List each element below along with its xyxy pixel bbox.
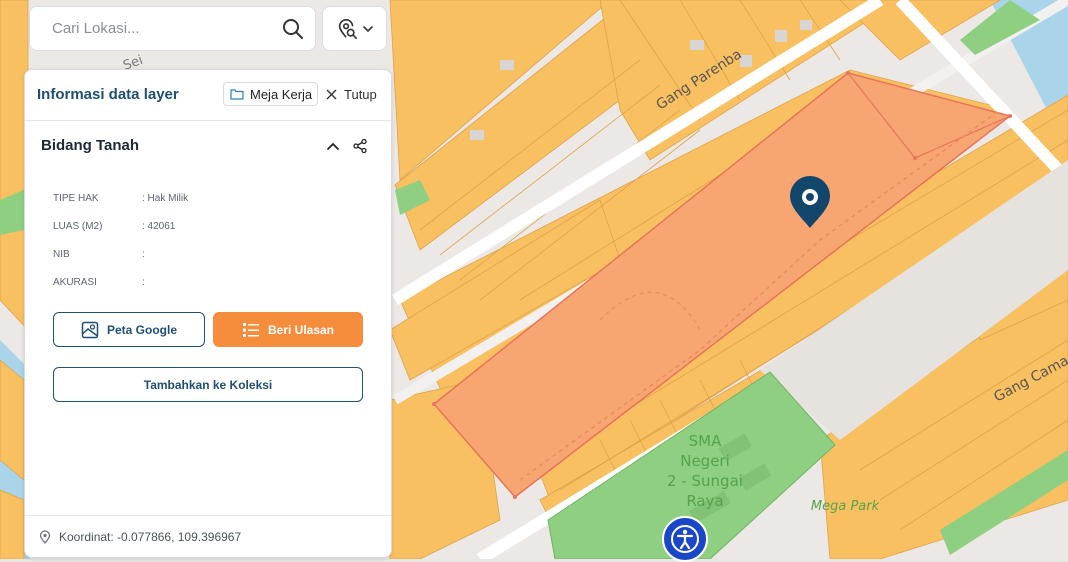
folder-icon [230, 89, 244, 100]
coordinate-bar: Koordinat: -0.077866, 109.396967 [25, 515, 391, 557]
school-label-line4: Raya [686, 492, 723, 510]
add-to-collection-button[interactable]: Tambahkan ke Koleksi [53, 367, 363, 402]
add-to-collection-label: Tambahkan ke Koleksi [143, 377, 273, 392]
chevron-down-icon [362, 25, 373, 32]
coordinate-text: Koordinat: -0.077866, 109.396967 [59, 529, 242, 544]
poi-label-mega-park: Mega Park [811, 499, 880, 514]
review-label: Beri Ulasan [267, 322, 335, 337]
close-button[interactable]: Tutup [326, 82, 377, 106]
school-label-line2: Negeri [680, 452, 730, 470]
google-maps-label: Peta Google [106, 322, 177, 337]
attribute-value: : [142, 277, 145, 288]
attribute-key: TIPE HAK [53, 193, 99, 204]
layer-info-panel: Informasi data layer Meja Kerja Tutup Bi… [24, 69, 392, 558]
share-icon[interactable] [352, 138, 368, 154]
school-label-line1: SMA [689, 432, 722, 450]
location-pin-search-icon [338, 18, 357, 39]
map-image-icon [81, 321, 99, 338]
accessibility-button[interactable] [662, 516, 708, 562]
section-title: Bidang Tanah [41, 137, 140, 154]
attribute-key: LUAS (M2) [53, 221, 103, 232]
panel-title: Informasi data layer [37, 86, 179, 103]
attribute-key: AKURASI [53, 277, 97, 288]
attribute-value: : Hak Milik [142, 193, 189, 204]
workspace-button[interactable]: Meja Kerja [223, 82, 318, 106]
school-label-line3: 2 - Sungai [667, 472, 743, 490]
chevron-up-icon[interactable] [326, 139, 340, 153]
attribute-value: : 42061 [142, 221, 176, 232]
accessibility-icon [671, 525, 699, 553]
search-box[interactable] [29, 6, 316, 51]
attribute-key: NIB [53, 249, 70, 260]
search-icon[interactable] [281, 17, 305, 41]
location-pin-icon [39, 529, 51, 544]
attribute-value: : [142, 249, 145, 260]
checklist-icon [242, 322, 259, 337]
location-search-mode-button[interactable] [322, 6, 387, 51]
close-label: Tutup [344, 86, 377, 102]
search-input[interactable] [50, 19, 274, 38]
close-icon [326, 89, 337, 99]
workspace-label: Meja Kerja [250, 86, 313, 102]
panel-header: Informasi data layer Meja Kerja Tutup [25, 70, 391, 121]
review-button[interactable]: Beri Ulasan [213, 312, 363, 347]
google-maps-button[interactable]: Peta Google [53, 312, 205, 347]
